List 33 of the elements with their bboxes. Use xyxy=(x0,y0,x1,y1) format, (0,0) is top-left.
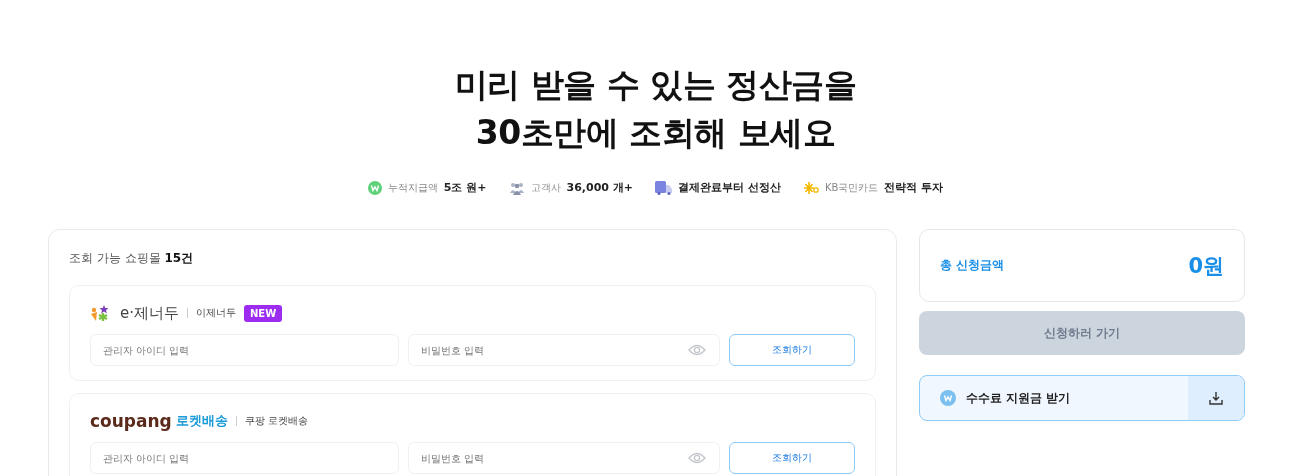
mall-logo-text: e·제너두 xyxy=(120,303,179,323)
stat-label: KB국민카드 xyxy=(824,180,879,195)
stat-value: 결제완료부터 선정산 xyxy=(678,180,781,195)
mall-name: 쿠팡 로켓배송 xyxy=(244,414,308,428)
stat-value: 36,000 개+ xyxy=(566,180,634,195)
download-icon[interactable] xyxy=(1209,391,1223,405)
lookup-button[interactable]: 조회하기 xyxy=(729,334,855,366)
eye-icon[interactable] xyxy=(688,452,707,464)
admin-id-field[interactable]: 관리자 아이디 입력 xyxy=(90,334,400,366)
won-coin-icon xyxy=(367,180,382,195)
won-coin-icon xyxy=(940,390,956,406)
eye-icon[interactable] xyxy=(688,344,707,356)
mall-name: 이제너두 xyxy=(196,306,236,320)
total-amount-label: 총 신청금액 xyxy=(940,257,1005,274)
fee-support-label: 수수료 지원금 받기 xyxy=(966,389,1071,407)
stat-label: 고객사 xyxy=(530,180,561,195)
password-field[interactable]: 비밀번호 입력 xyxy=(408,334,721,366)
people-icon xyxy=(508,180,525,195)
star-logo-icon xyxy=(802,180,819,195)
stat-label: 누적지급액 xyxy=(387,180,438,195)
password-field[interactable]: 비밀번호 입력 xyxy=(408,442,721,474)
headline: 미리 받을 수 있는 정산금을 30초만에 조회해 보세요 xyxy=(453,64,858,154)
fee-support-button[interactable]: 수수료 지원금 받기 xyxy=(919,375,1245,421)
new-badge: NEW xyxy=(244,304,283,322)
total-amount-value: 0원 xyxy=(1188,252,1224,280)
lookup-button[interactable]: 조회하기 xyxy=(729,442,855,474)
truck-icon xyxy=(655,180,673,195)
stat-value: 전략적 투자 xyxy=(884,180,944,195)
stat-value: 5조 원+ xyxy=(443,180,487,195)
mall-logo-subtext: 로켓배송 xyxy=(175,412,228,430)
admin-id-field[interactable]: 관리자 아이디 입력 xyxy=(90,442,400,474)
mall-count-caption: 조회 가능 쇼핑몰 15건 xyxy=(69,250,195,267)
mall-logo-text: coupang xyxy=(90,411,172,431)
